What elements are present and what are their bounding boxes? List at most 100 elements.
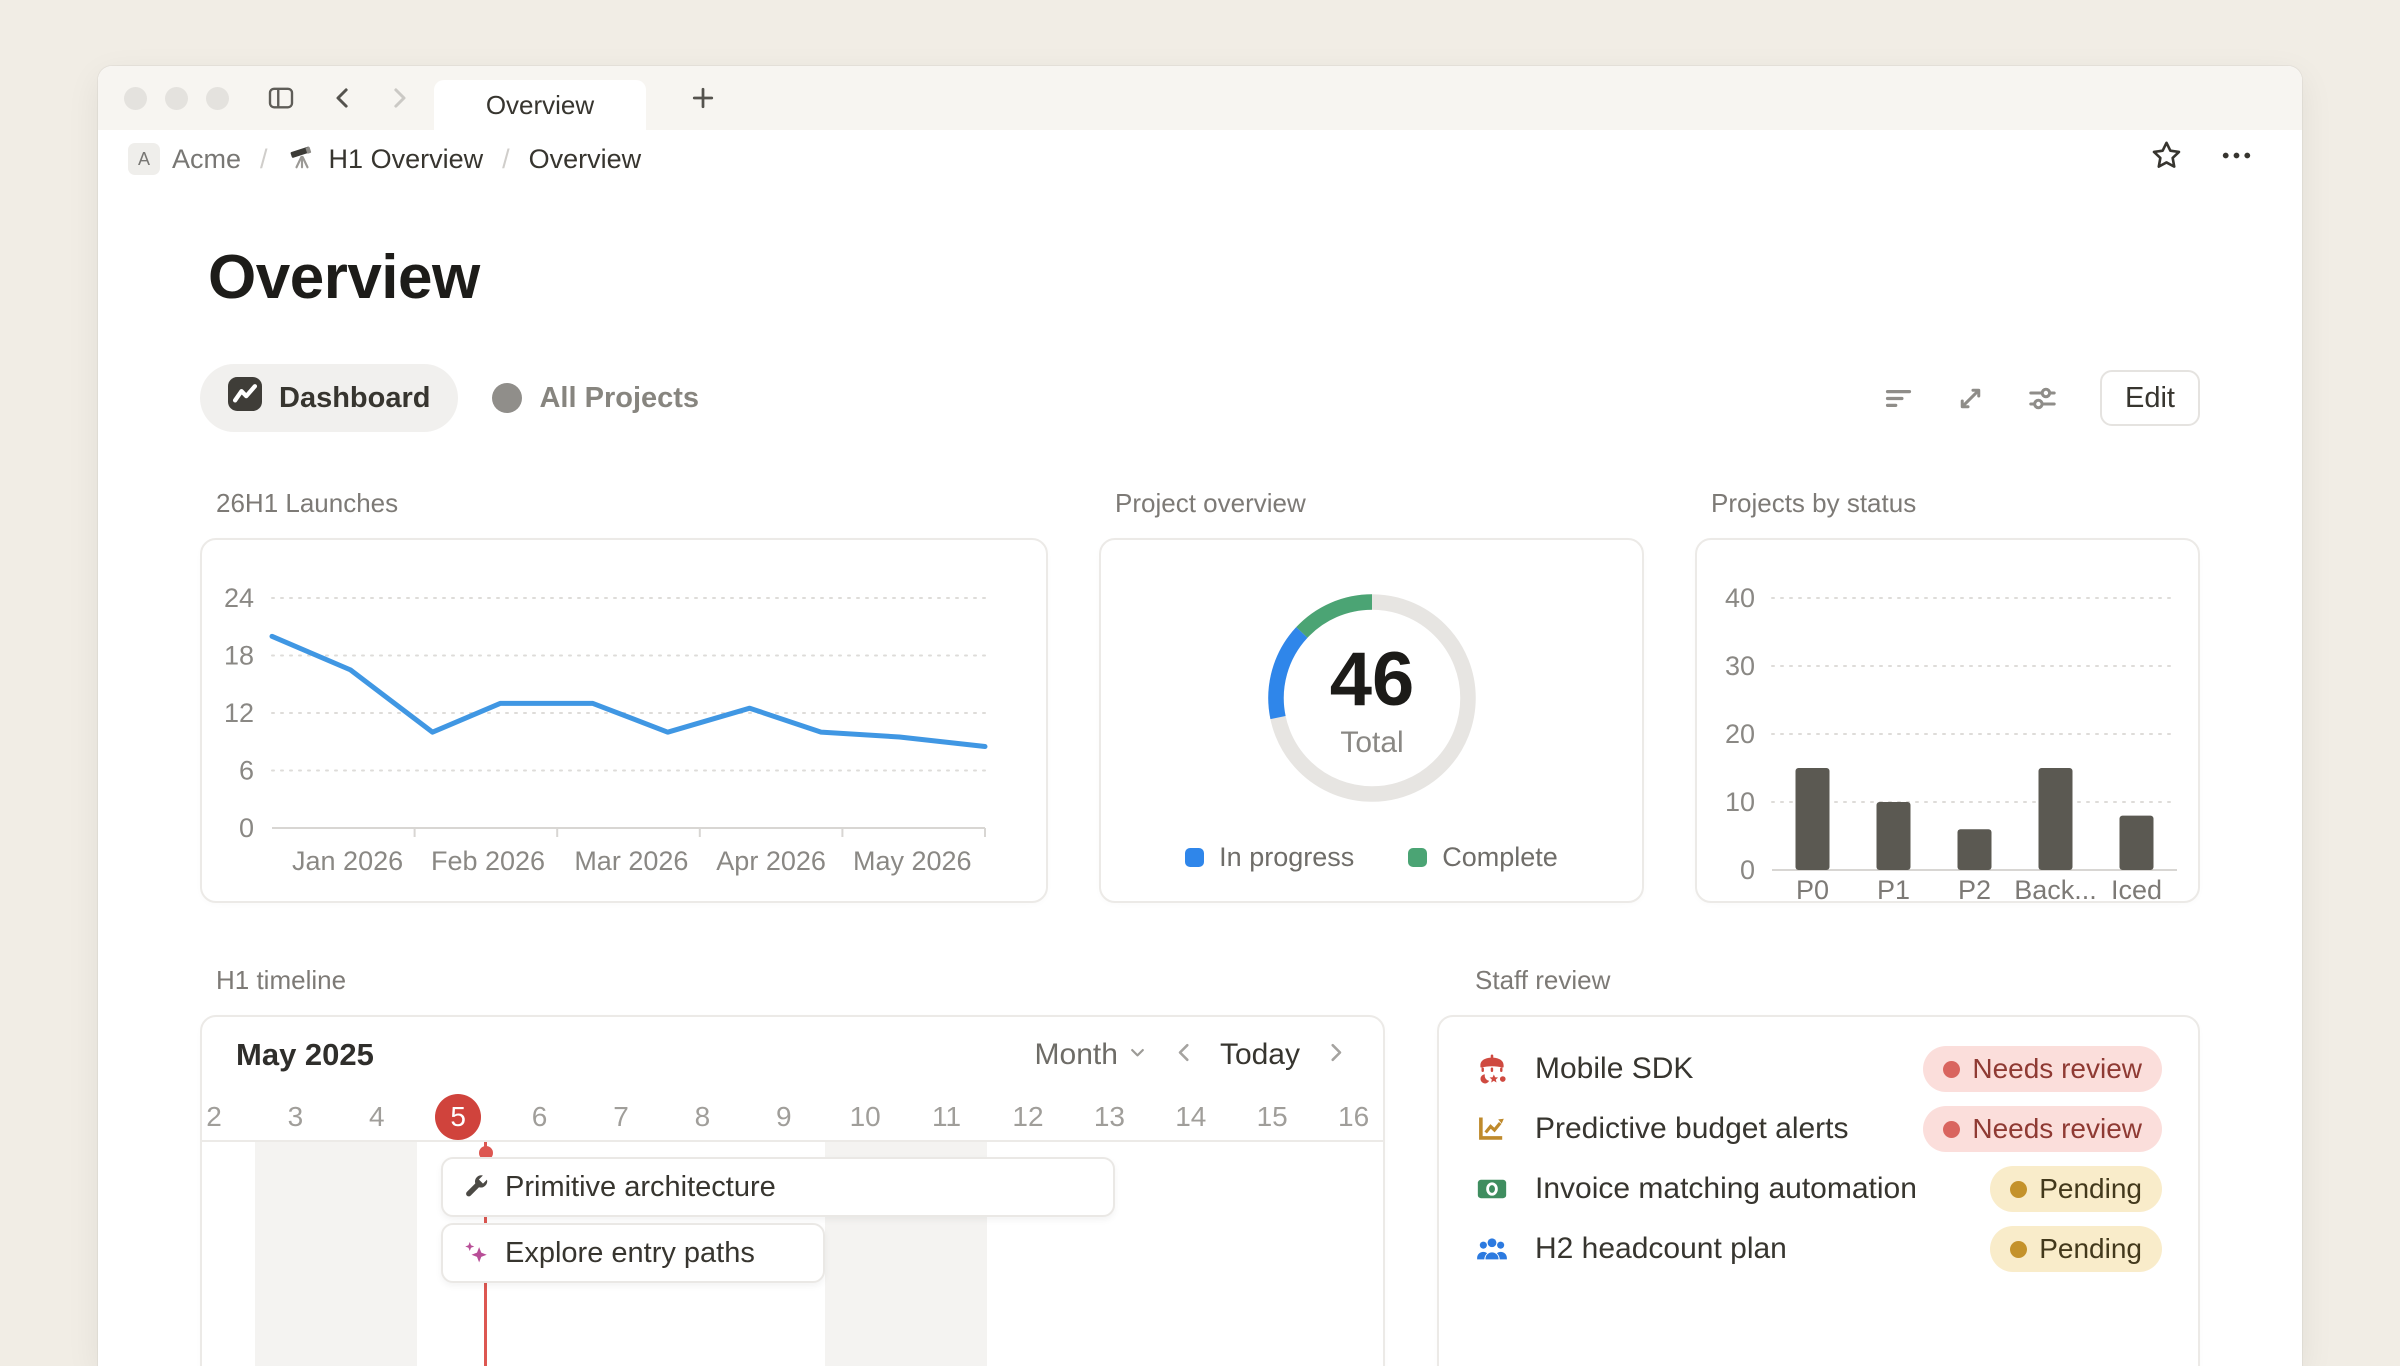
tab-bar: Overview — [98, 66, 2302, 130]
timeline-date: 14 — [1151, 1093, 1231, 1140]
banknote-icon — [1475, 1172, 1515, 1206]
svg-text:20: 20 — [1725, 719, 1755, 749]
timeline-card: May 2025 Month Today 2345678910111213141… — [200, 1015, 1385, 1366]
telescope-icon — [287, 141, 317, 178]
app-window: Overview A Acme / H1 Overview / Overview… — [98, 66, 2302, 1366]
chart-up-icon — [1475, 1113, 1515, 1145]
projects-by-status-bar-chart: 010203040P0P1P2Back...Iced — [1695, 538, 2200, 903]
staff-review-card: Mobile SDKNeeds reviewPredictive budget … — [1437, 1015, 2200, 1366]
view-tab-all-projects[interactable]: All Projects — [492, 382, 699, 415]
workspace-name: Acme — [172, 144, 241, 175]
svg-text:0: 0 — [1740, 855, 1755, 885]
breadcrumb-current-page[interactable]: Overview — [529, 144, 642, 175]
edit-button[interactable]: Edit — [2100, 370, 2200, 426]
timeline-date: 11 — [907, 1093, 987, 1140]
timeline-title: H1 timeline — [216, 965, 1385, 995]
svg-text:Back...: Back... — [2014, 875, 2097, 901]
parent-page-name: H1 Overview — [329, 144, 484, 175]
status-badge-label: Pending — [2039, 1173, 2142, 1205]
timeline-date: 16 — [1314, 1093, 1385, 1140]
timeline-prev-icon[interactable] — [1171, 1039, 1198, 1071]
staff-item-label: Invoice matching automation — [1535, 1172, 1917, 1206]
donut-total-value: 46 — [1330, 637, 1415, 722]
tab-overview[interactable]: Overview — [434, 80, 646, 130]
svg-text:40: 40 — [1725, 583, 1755, 613]
timeline-today-badge[interactable]: 5 — [435, 1094, 481, 1140]
svg-text:Apr 2026: Apr 2026 — [716, 846, 826, 876]
expand-icon[interactable] — [1948, 376, 1992, 420]
timeline-date: 9 — [744, 1093, 824, 1140]
chevron-down-icon — [1126, 1038, 1149, 1072]
svg-text:10: 10 — [1725, 787, 1755, 817]
svg-text:12: 12 — [224, 698, 254, 728]
timeline-event-label: Explore entry paths — [505, 1237, 755, 1270]
status-badge[interactable]: Pending — [1990, 1226, 2162, 1272]
breadcrumb-separator: / — [498, 144, 514, 175]
staff-review-row[interactable]: Predictive budget alerts Needs review — [1475, 1099, 2162, 1159]
status-badge-label: Needs review — [1972, 1053, 2142, 1085]
staff-item-label: Predictive budget alerts — [1535, 1112, 1849, 1146]
timeline-today-button[interactable]: Today — [1220, 1038, 1300, 1072]
timeline-body: Primitive architecture Explore entry path… — [202, 1142, 1383, 1366]
svg-text:30: 30 — [1725, 651, 1755, 681]
timeline-date: 15 — [1232, 1093, 1312, 1140]
svg-text:P0: P0 — [1796, 875, 1829, 901]
line-chart-canvas: 06121824Jan 2026Feb 2026Mar 2026Apr 2026… — [202, 540, 1046, 901]
close-window-button[interactable] — [124, 87, 147, 110]
status-dot — [2010, 1181, 2027, 1198]
staff-item-label: Mobile SDK — [1535, 1052, 1693, 1086]
svg-text:P2: P2 — [1958, 875, 1991, 901]
project-overview-donut-chart: 46Total In progressComplete — [1099, 538, 1644, 903]
status-badge[interactable]: Needs review — [1923, 1046, 2162, 1092]
svg-text:6: 6 — [239, 756, 254, 786]
view-tab-label: Dashboard — [279, 382, 430, 415]
status-badge[interactable]: Needs review — [1923, 1106, 2162, 1152]
donut-legend: In progressComplete — [1101, 842, 1642, 873]
status-dot — [2010, 1241, 2027, 1258]
people-icon — [1475, 1232, 1515, 1266]
status-badge-label: Pending — [2039, 1233, 2142, 1265]
window-controls — [124, 66, 229, 130]
legend-item: Complete — [1408, 842, 1558, 873]
dashboard-icon — [228, 377, 262, 419]
breadcrumb-workspace[interactable]: A Acme — [128, 143, 241, 175]
timeline-view-mode-dropdown[interactable]: Month — [1035, 1038, 1149, 1072]
page-title: Overview — [208, 244, 2200, 312]
timeline-date: 6 — [500, 1093, 580, 1140]
weekend-shading — [255, 1142, 418, 1366]
legend-swatch — [1408, 848, 1427, 867]
timeline-date: 7 — [581, 1093, 661, 1140]
filter-icon[interactable] — [1876, 376, 1920, 420]
timeline-month-label: May 2025 — [236, 1037, 374, 1073]
more-options-icon[interactable] — [2219, 138, 2254, 180]
staff-review-row[interactable]: Mobile SDK Needs review — [1475, 1039, 2162, 1099]
new-tab-icon[interactable] — [688, 83, 718, 118]
timeline-date: 8 — [662, 1093, 742, 1140]
breadcrumb-separator: / — [256, 144, 272, 175]
forward-icon[interactable] — [384, 83, 414, 118]
timeline-date: 2 — [200, 1093, 254, 1140]
sliders-icon[interactable] — [2020, 376, 2064, 420]
breadcrumb-parent-page[interactable]: H1 Overview — [287, 141, 484, 178]
status-badge[interactable]: Pending — [1990, 1166, 2162, 1212]
staff-item-label: H2 headcount plan — [1535, 1232, 1787, 1266]
svg-text:18: 18 — [224, 641, 254, 671]
svg-text:0: 0 — [239, 813, 254, 843]
staff-review-row[interactable]: Invoice matching automation Pending — [1475, 1159, 2162, 1219]
view-tab-dashboard[interactable]: Dashboard — [200, 364, 458, 432]
favorite-star-icon[interactable] — [2148, 137, 2185, 181]
view-tab-label: All Projects — [539, 382, 699, 415]
timeline-next-icon[interactable] — [1322, 1039, 1349, 1071]
minimize-window-button[interactable] — [165, 87, 188, 110]
timeline-event[interactable]: Primitive architecture — [441, 1157, 1115, 1217]
legend-swatch — [1185, 848, 1204, 867]
staff-review-row[interactable]: H2 headcount plan Pending — [1475, 1219, 2162, 1279]
svg-text:P1: P1 — [1877, 875, 1910, 901]
workspace-initial-badge: A — [128, 143, 160, 175]
svg-text:Jan 2026: Jan 2026 — [292, 846, 403, 876]
timeline-date: 13 — [1069, 1093, 1149, 1140]
zoom-window-button[interactable] — [206, 87, 229, 110]
timeline-event[interactable]: Explore entry paths — [441, 1223, 825, 1283]
back-icon[interactable] — [328, 83, 358, 118]
sidebar-toggle-icon[interactable] — [266, 83, 296, 118]
